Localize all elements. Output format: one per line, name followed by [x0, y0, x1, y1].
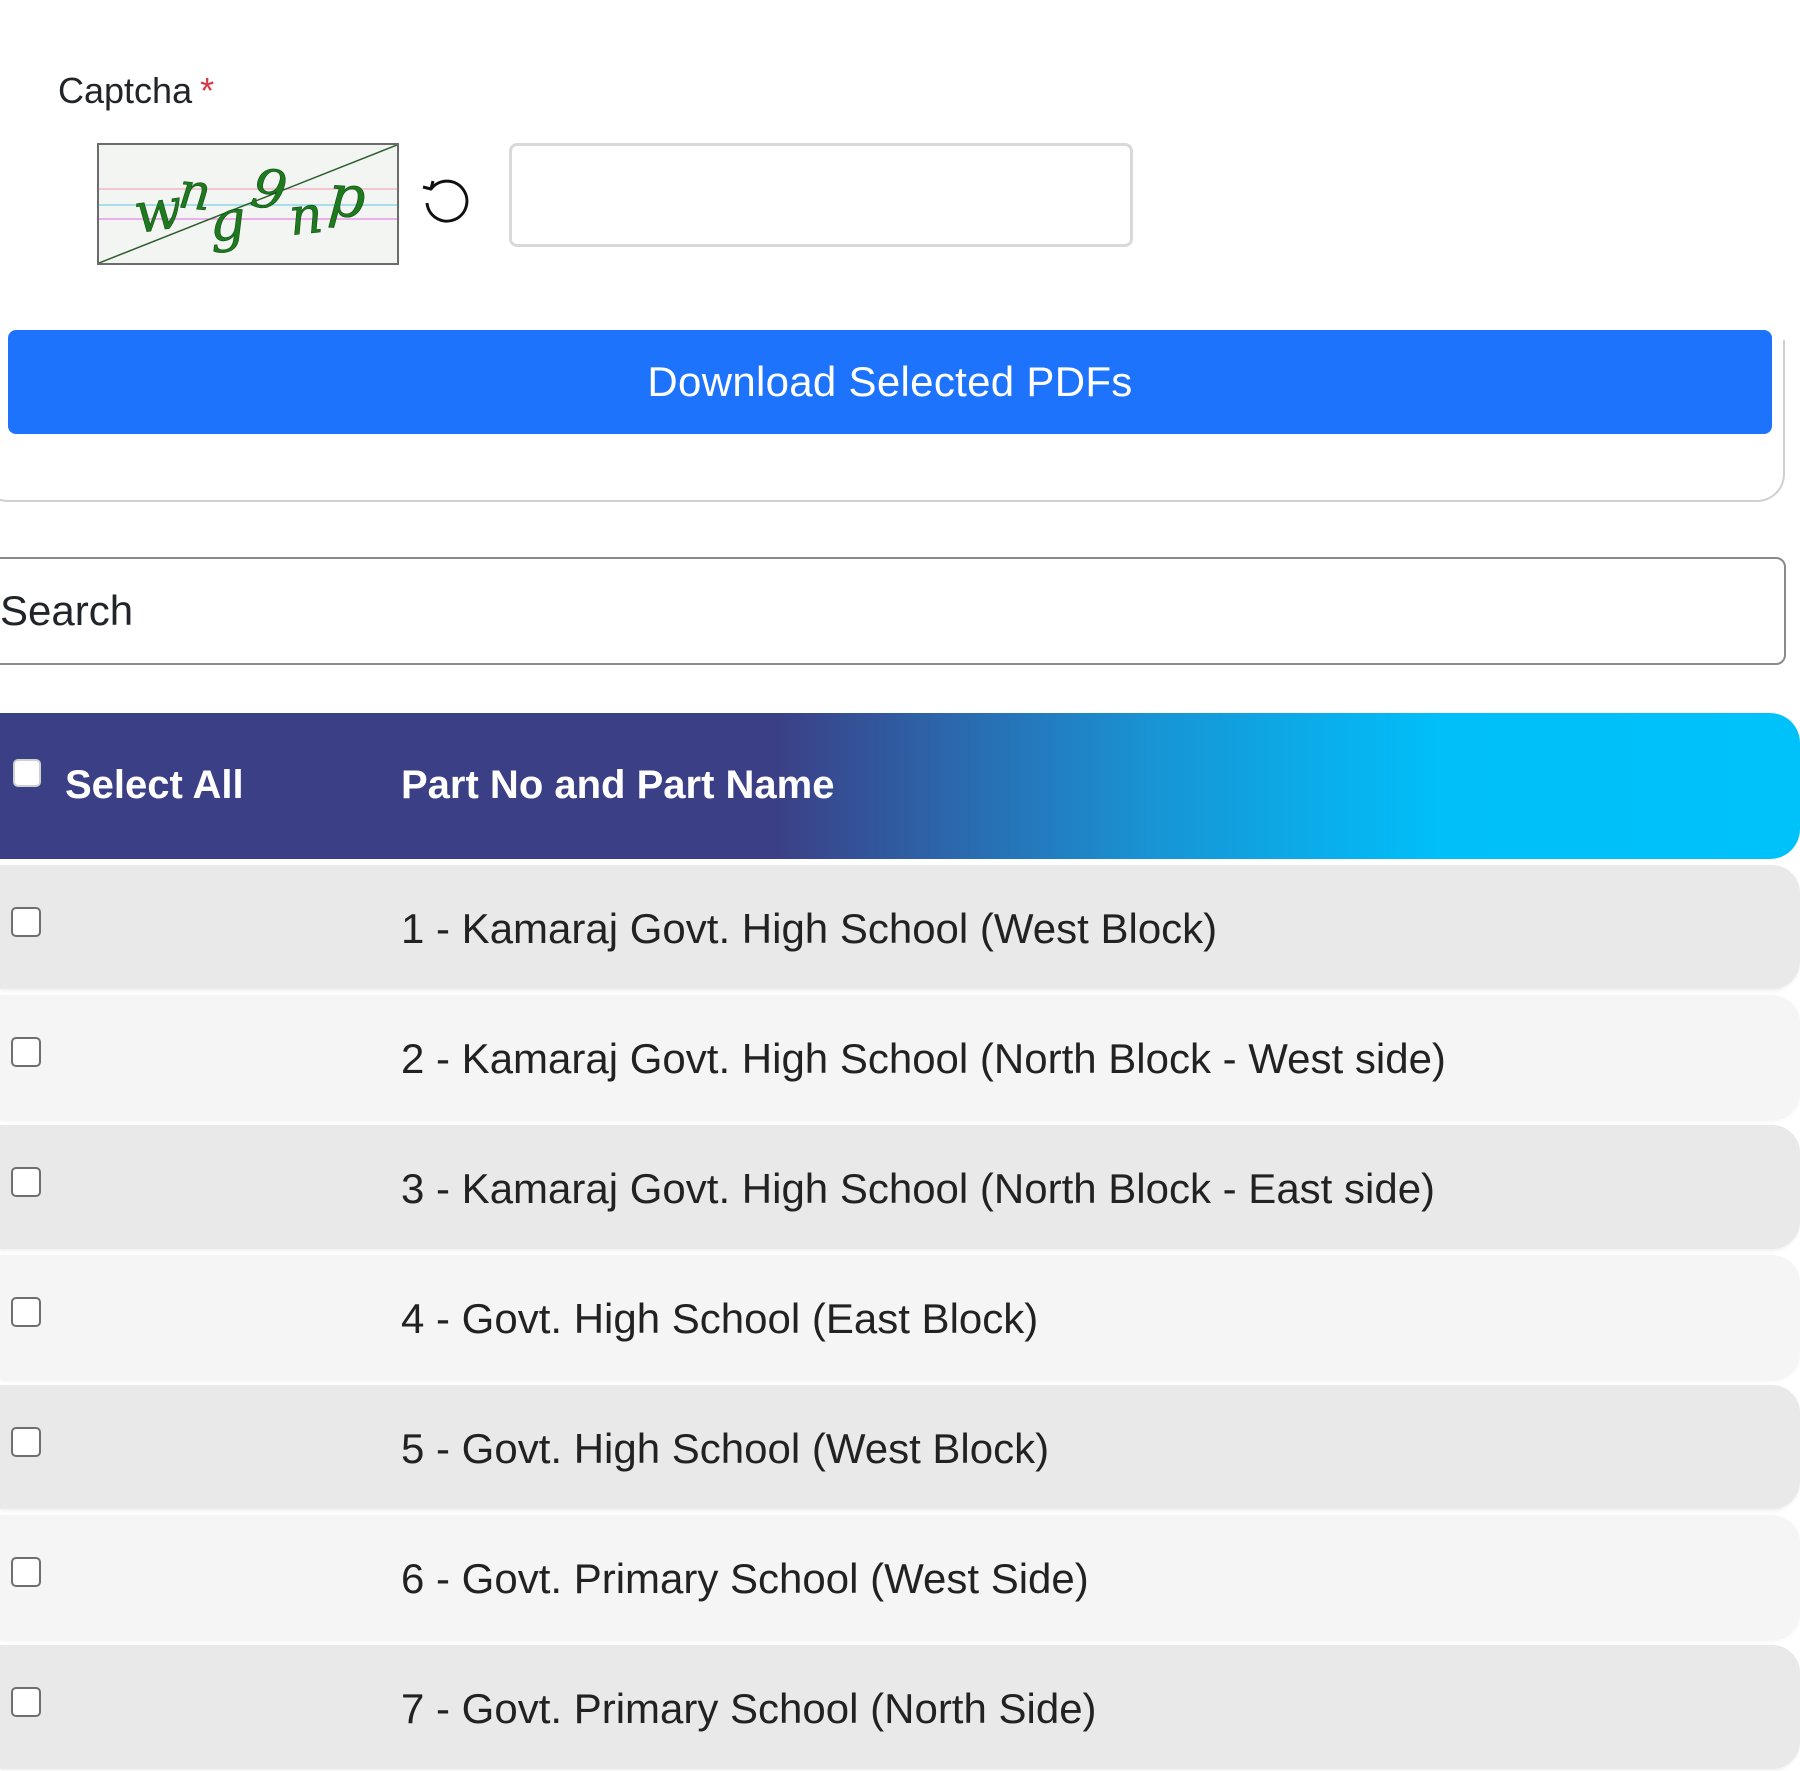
row-label: 5 - Govt. High School (West Block) — [401, 1425, 1050, 1472]
row-label: 4 - Govt. High School (East Block) — [401, 1295, 1039, 1342]
table-row[interactable]: 5 - Govt. High School (West Block) — [0, 1385, 1800, 1509]
table-row[interactable]: 6 - Govt. Primary School (West Side) — [0, 1515, 1800, 1639]
table-row[interactable]: 7 - Govt. Primary School (North Side) — [0, 1645, 1800, 1769]
part-column-header: Part No and Part Name — [401, 763, 835, 807]
parts-table: Select All Part No and Part Name 1 - Kam… — [0, 713, 1800, 1769]
table-header: Select All Part No and Part Name — [0, 713, 1800, 859]
row-label: 3 - Kamaraj Govt. High School (North Blo… — [401, 1165, 1436, 1212]
row-checkbox[interactable] — [11, 1427, 41, 1457]
refresh-icon[interactable] — [419, 173, 473, 227]
page: Captcha * wng9np Download Selected PDFs S… — [0, 0, 1800, 1771]
row-label: 7 - Govt. Primary School (North Side) — [401, 1685, 1097, 1732]
captcha-input[interactable] — [509, 143, 1133, 247]
row-checkbox[interactable] — [11, 1037, 41, 1067]
captcha-image: wng9np — [97, 143, 399, 265]
row-label: 6 - Govt. Primary School (West Side) — [401, 1555, 1089, 1602]
table-row[interactable]: 3 - Kamaraj Govt. High School (North Blo… — [0, 1125, 1800, 1249]
table-row[interactable]: 2 - Kamaraj Govt. High School (North Blo… — [0, 995, 1800, 1119]
row-label: 2 - Kamaraj Govt. High School (North Blo… — [401, 1035, 1446, 1082]
row-checkbox[interactable] — [11, 1687, 41, 1717]
search-input[interactable] — [0, 559, 1780, 663]
captcha-label-text: Captcha — [58, 70, 193, 111]
required-marker: * — [200, 70, 215, 111]
row-checkbox[interactable] — [11, 1557, 41, 1587]
captcha-label: Captcha * — [58, 70, 214, 112]
captcha-image-graphic: wng9n p — [99, 145, 397, 263]
download-selected-pdfs-button[interactable]: Download Selected PDFs — [8, 330, 1772, 434]
select-all-checkbox[interactable] — [13, 759, 41, 787]
row-checkbox[interactable] — [11, 1297, 41, 1327]
table-row[interactable]: 1 - Kamaraj Govt. High School (West Bloc… — [0, 865, 1800, 989]
select-all-label: Select All — [65, 763, 244, 807]
table-row[interactable]: 4 - Govt. High School (East Block) — [0, 1255, 1800, 1379]
row-checkbox[interactable] — [11, 907, 41, 937]
row-checkbox[interactable] — [11, 1167, 41, 1197]
svg-text:n: n — [286, 185, 326, 248]
svg-text:g: g — [207, 188, 247, 255]
row-label: 1 - Kamaraj Govt. High School (West Bloc… — [401, 905, 1218, 952]
search-box — [0, 557, 1786, 665]
svg-text:p: p — [326, 161, 368, 231]
